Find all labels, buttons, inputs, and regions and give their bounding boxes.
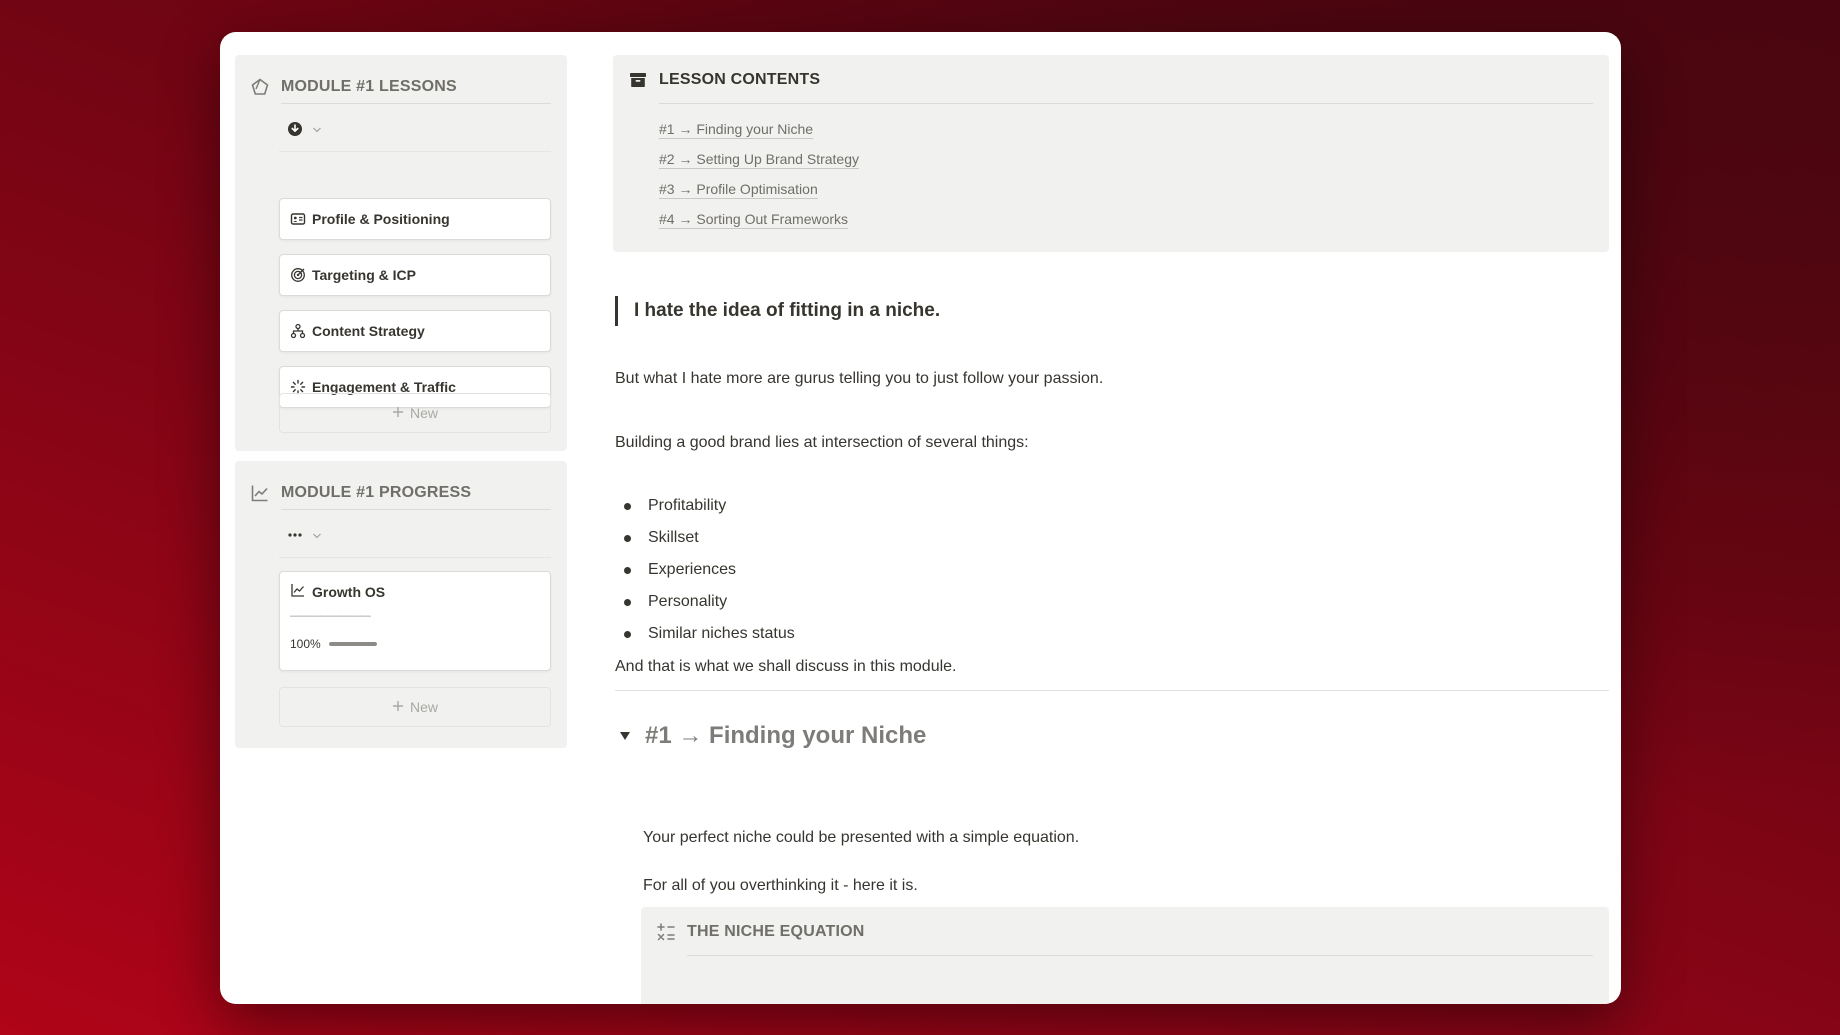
progress-new-button[interactable]: New [279, 687, 551, 727]
progress-card-placeholder: ———————— [290, 610, 371, 622]
id-card-icon [290, 211, 306, 227]
quote-block: I hate the idea of fitting in a niche. [615, 296, 940, 326]
toggle-heading[interactable]: #1 → Finding your Niche [619, 722, 926, 750]
lesson-card-label: Content Strategy [312, 323, 425, 339]
toggle-triangle-icon[interactable] [619, 728, 631, 744]
lessons-new-button[interactable]: New [279, 393, 551, 433]
lessons-panel-header: MODULE #1 LESSONS [249, 69, 551, 105]
divider [279, 557, 551, 558]
paragraph: And that is what we shall discuss in thi… [615, 658, 957, 675]
list-item-text: Experiences [648, 561, 737, 578]
niche-equation-header: THE NICHE EQUATION [655, 921, 865, 943]
plus-icon [392, 405, 404, 421]
paragraph: But what I hate more are gurus telling y… [615, 370, 1104, 387]
pentagon-icon [249, 76, 271, 98]
lessons-panel: MODULE #1 LESSONS Profile & Positioning … [235, 55, 567, 451]
archive-box-icon [627, 69, 649, 91]
lessons-panel-title: MODULE #1 LESSONS [281, 78, 457, 95]
more-dots-icon [287, 527, 303, 548]
quote-text: I hate the idea of fitting in a niche. [634, 300, 941, 321]
progress-card-title: Growth OS [290, 582, 385, 601]
progress-card-growth-os[interactable]: Growth OS ———————— 100% [279, 571, 551, 671]
progress-view-switcher[interactable] [287, 527, 322, 548]
list-item-text: Similar niches status [648, 625, 795, 642]
lesson-contents-header: LESSON CONTENTS [627, 69, 820, 91]
new-button-label: New [409, 699, 438, 715]
niche-equation-callout: THE NICHE EQUATION [641, 907, 1609, 1004]
divider [281, 103, 551, 104]
plus-icon [392, 699, 404, 715]
lesson-contents-list: #1 → Finding your Niche #2 → Setting Up … [659, 121, 859, 241]
toc-link[interactable]: #1 → Finding your Niche [659, 121, 859, 151]
progress-panel: MODULE #1 PROGRESS Growth OS ———————— 10… [235, 461, 567, 748]
progress-panel-header: MODULE #1 PROGRESS [249, 475, 551, 511]
progress-panel-title: MODULE #1 PROGRESS [281, 484, 472, 501]
divider [281, 509, 551, 510]
list-item: Profitability [624, 490, 795, 522]
progress-indicator: 100% [290, 637, 377, 651]
list-item: Experiences [624, 554, 795, 586]
lesson-card-label: Profile & Positioning [312, 211, 450, 227]
lesson-card-profile[interactable]: Profile & Positioning [279, 198, 551, 240]
download-circle-icon [287, 121, 303, 142]
niche-equation-title: THE NICHE EQUATION [687, 923, 865, 940]
target-icon [290, 267, 306, 283]
progress-bar [328, 642, 377, 646]
app-window: MODULE #1 LESSONS Profile & Positioning … [220, 32, 1621, 1004]
hierarchy-icon [290, 323, 306, 339]
list-item-text: Profitability [648, 497, 727, 514]
toc-link[interactable]: #3 → Profile Optimisation [659, 181, 859, 211]
toc-link-text[interactable]: #3 → Profile Optimisation [659, 181, 818, 199]
divider [687, 955, 1593, 956]
chevron-down-icon [312, 126, 322, 137]
divider [615, 690, 1609, 691]
chart-line-icon [249, 482, 271, 504]
paragraph: Your perfect niche could be presented wi… [643, 829, 1080, 846]
divider [659, 103, 1593, 104]
list-item: Similar niches status [624, 618, 795, 650]
lesson-card-targeting[interactable]: Targeting & ICP [279, 254, 551, 296]
list-item: Personality [624, 586, 795, 618]
lesson-contents-title: LESSON CONTENTS [659, 71, 821, 88]
bullet-list: Profitability Skillset Experiences Perso… [624, 490, 795, 650]
chart-line-icon [290, 582, 306, 601]
toc-link-text[interactable]: #1 → Finding your Niche [659, 121, 814, 139]
new-button-label: New [409, 405, 438, 421]
toc-link[interactable]: #2 → Setting Up Brand Strategy [659, 151, 859, 181]
lesson-card-content-strategy[interactable]: Content Strategy [279, 310, 551, 352]
math-operators-icon [655, 921, 677, 943]
lesson-contents-callout: LESSON CONTENTS #1 → Finding your Niche … [613, 55, 1609, 252]
list-item-text: Personality [648, 593, 728, 610]
progress-bar-fill [328, 642, 377, 646]
lessons-view-switcher[interactable] [287, 121, 322, 142]
chevron-down-icon [312, 532, 322, 543]
progress-percent: 100% [290, 637, 321, 651]
paragraph: Building a good brand lies at intersecti… [615, 434, 1029, 451]
toc-link-text[interactable]: #2 → Setting Up Brand Strategy [659, 151, 859, 169]
list-item: Skillset [624, 522, 795, 554]
paragraph: For all of you overthinking it - here it… [643, 877, 918, 894]
toggle-heading-title: #1 → Finding your Niche [645, 722, 927, 749]
progress-card-title-text: Growth OS [312, 583, 386, 600]
lesson-card-label: Targeting & ICP [312, 267, 416, 283]
divider [279, 151, 551, 152]
toc-link-text[interactable]: #4 → Sorting Out Frameworks [659, 211, 849, 229]
toc-link[interactable]: #4 → Sorting Out Frameworks [659, 211, 859, 241]
list-item-text: Skillset [648, 529, 699, 546]
